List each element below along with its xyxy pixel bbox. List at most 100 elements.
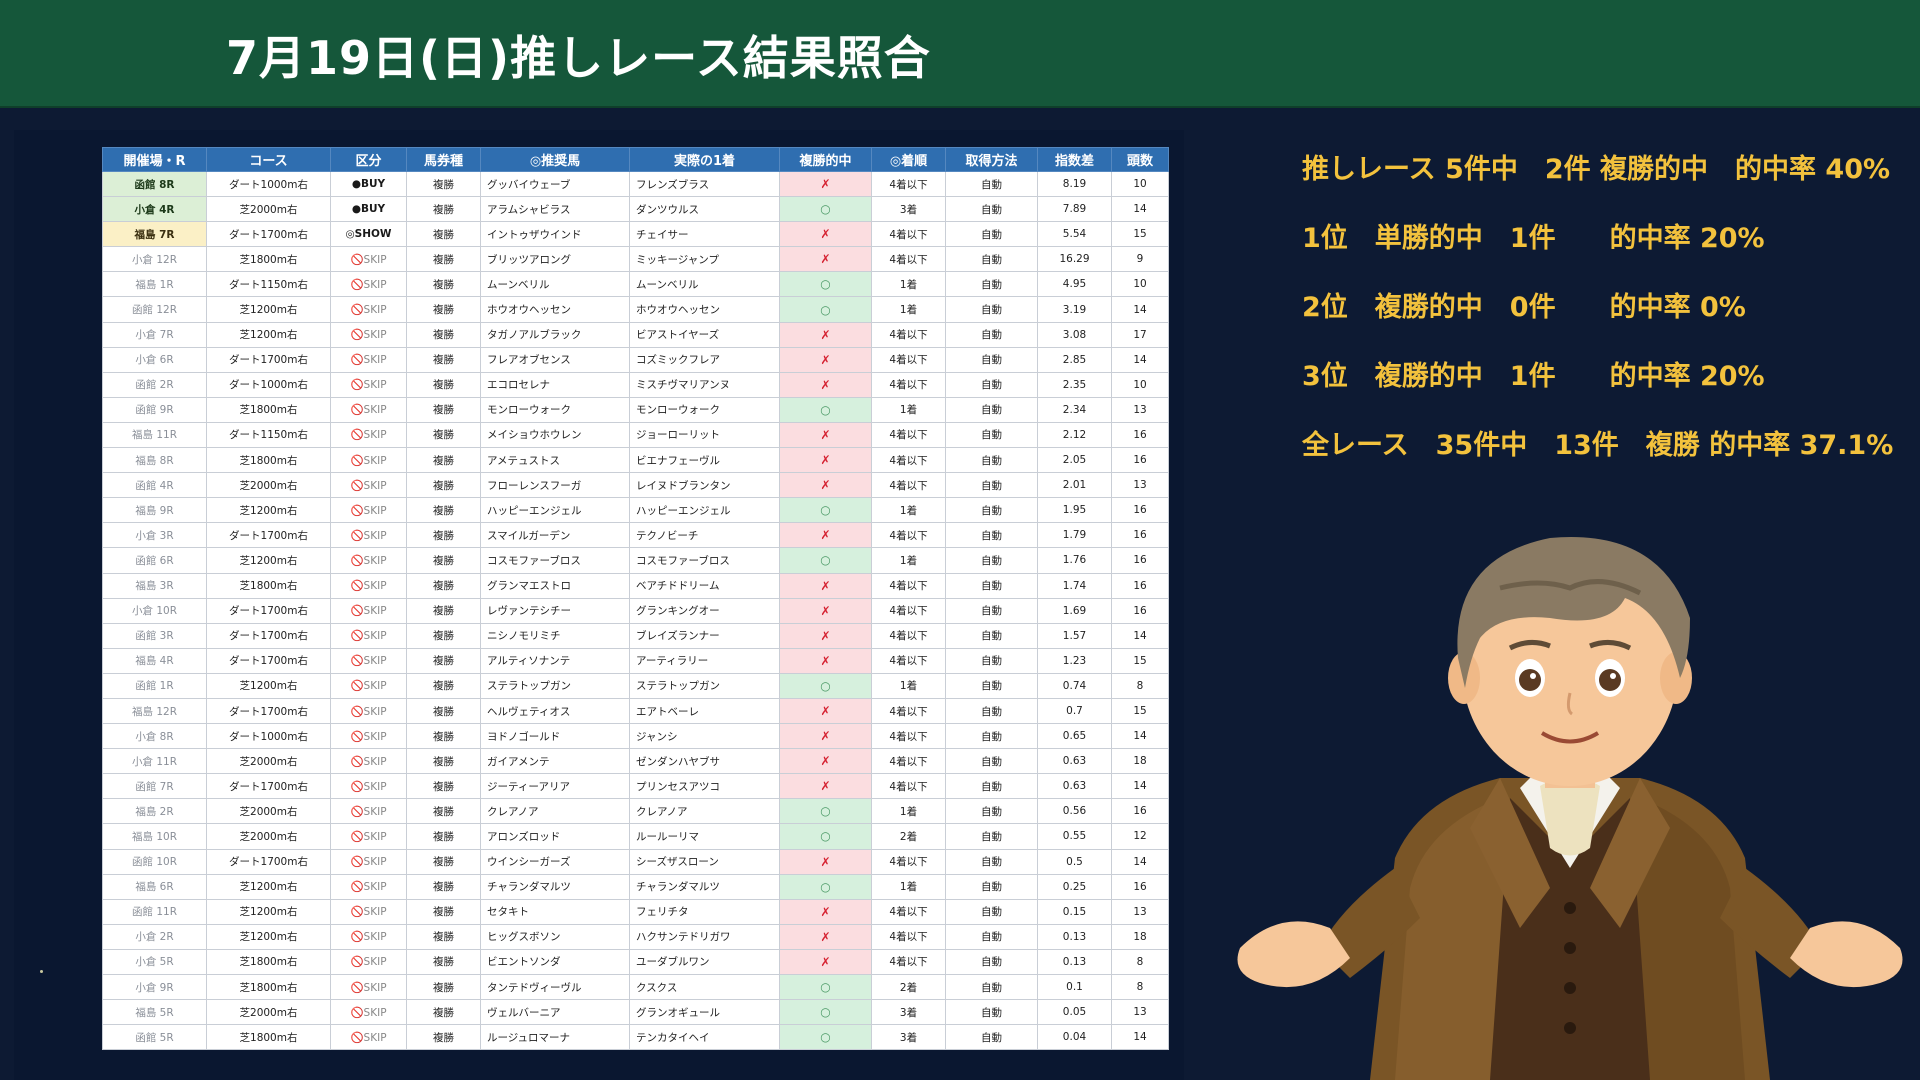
column-header-method[interactable]: 取得方法 <box>945 147 1038 172</box>
table-row[interactable]: 函館 1R 芝1200m右 🚫SKIP 複勝 ステラトップガン ステラトップガン ○ 1着 自動… <box>102 672 1169 699</box>
table-row[interactable]: 函館 9R 芝1800m右 🚫SKIP 複勝 モンローウォーク モンローウォーク ○ 1着 自動… <box>102 396 1169 423</box>
hit-cell: ✗ <box>779 622 872 649</box>
rank-cell: 1着 <box>871 547 946 574</box>
venue-cell: 福島 7R <box>102 221 207 248</box>
column-header-count[interactable]: 頭数 <box>1111 147 1169 172</box>
method-cell: 自動 <box>945 472 1038 499</box>
table-row[interactable]: 福島 11R ダート1150m右 🚫SKIP 複勝 メイショウホウレン ジョーローリット ✗… <box>102 421 1169 449</box>
method-cell: 自動 <box>945 873 1038 900</box>
table-row[interactable]: 小倉 8R ダート1000m右 🚫SKIP 複勝 ヨドノゴールド ジャンシ ✗ 4着以下 自動 0… <box>102 723 1169 750</box>
table-row[interactable]: 福島 6R 芝1200m右 🚫SKIP 複勝 チャランダマルツ チャランダマルツ ○ 1着 自動… <box>102 873 1169 900</box>
table-row[interactable]: 函館 5R 芝1800m右 🚫SKIP 複勝 ルージュロマーナ テンカタイヘイ ○ 3着 自動 0… <box>102 1024 1169 1051</box>
table-row[interactable]: 函館 12R 芝1200m右 🚫SKIP 複勝 ホウオウヘッセン ホウオウヘッセン ○ 1着自… <box>102 296 1169 323</box>
method-cell: 自動 <box>945 848 1038 875</box>
venue-cell: 福島 8R <box>102 447 207 474</box>
method-cell: 自動 <box>945 421 1038 449</box>
table-row[interactable]: 小倉 5R 芝1800m右 🚫SKIP 複勝 ビエントソンダ ユーダブルワン ✗ 4着以下 自動… <box>102 948 1169 976</box>
table-row[interactable]: 福島 1R ダート1150m右 🚫SKIP 複勝 ムーンベリル ムーンベリル ○ 1着 自動 4.… <box>102 271 1169 298</box>
hit-cell: ○ <box>779 973 872 1001</box>
table-row[interactable]: 函館 10R ダート1700m右 🚫SKIP 複勝 ウインシーガーズ シーズザスローン ✗ 4… <box>102 848 1169 875</box>
bet-type-cell: 複勝 <box>406 221 481 248</box>
bet-type-cell: 複勝 <box>406 346 481 373</box>
method-cell: 自動 <box>945 948 1038 976</box>
winner-cell: シーズザスローン <box>629 848 780 875</box>
course-cell: ダート1700m右 <box>206 773 331 800</box>
category-cell: 🚫SKIP <box>330 672 407 699</box>
pick-cell: ムーンベリル <box>480 271 630 298</box>
table-row[interactable]: 福島 5R 芝2000m右 🚫SKIP 複勝 ヴェルバーニア グランオギュール ○ 3着 自動 0… <box>102 999 1169 1026</box>
category-cell: 🚫SKIP <box>330 999 407 1026</box>
diff-cell: 16.29 <box>1037 246 1112 273</box>
table-row[interactable]: 小倉 9R 芝1800m右 🚫SKIP 複勝 タンテドヴィーヴル クスクス ○ 2着 自動 0.1… <box>102 973 1169 1001</box>
table-row[interactable]: 小倉 10R ダート1700m右 🚫SKIP 複勝 レヴァンテシチー グランキングオー ✗ 4… <box>102 597 1169 624</box>
method-cell: 自動 <box>945 321 1038 348</box>
winner-cell: ダンツウルス <box>629 196 780 223</box>
column-header-course[interactable]: コース <box>206 147 331 172</box>
diff-cell: 1.74 <box>1037 572 1112 599</box>
course-cell: ダート1700m右 <box>206 522 331 549</box>
count-cell: 16 <box>1111 522 1169 549</box>
rank-cell: 2着 <box>871 823 946 850</box>
table-row[interactable]: 函館 6R 芝1200m右 🚫SKIP 複勝 コスモファーブロス コスモファーブロス ○ 1着… <box>102 547 1169 574</box>
course-cell: 芝1200m右 <box>206 497 331 524</box>
method-cell: 自動 <box>945 898 1038 925</box>
course-cell: ダート1700m右 <box>206 848 331 875</box>
table-row[interactable]: 福島 2R 芝2000m右 🚫SKIP 複勝 クレアノア クレアノア ○ 1着 自動 0.56 16 <box>102 798 1169 825</box>
hit-cell: ○ <box>779 271 872 298</box>
hit-cell: ✗ <box>779 447 872 474</box>
count-cell: 18 <box>1111 923 1169 950</box>
method-cell: 自動 <box>945 697 1038 725</box>
column-header-hit[interactable]: 複勝的中 <box>779 147 872 172</box>
course-cell: ダート1000m右 <box>206 170 331 198</box>
table-row[interactable]: 福島 10R 芝2000m右 🚫SKIP 複勝 アロンズロッド ルールーリマ ○ 2着 自動 0.… <box>102 823 1169 850</box>
table-row[interactable]: 函館 3R ダート1700m右 🚫SKIP 複勝 ニシノモリミチ ブレイズランナー ✗ 4着以… <box>102 622 1169 649</box>
table-row[interactable]: 小倉 7R 芝1200m右 🚫SKIP 複勝 タガノアルブラック ビアストイヤーズ ✗ 4着以… <box>102 321 1169 348</box>
table-row[interactable]: 函館 8R ダート1000m右 ●BUY 複勝 グッバイウェーブ フレンズブラス ✗ 4着以下… <box>102 170 1169 198</box>
table-row[interactable]: 小倉 4R 芝2000m右 ●BUY 複勝 アラムシャビラス ダンツウルス ○ 3着 自動 7.8… <box>102 196 1169 223</box>
winner-cell: クレアノア <box>629 798 780 825</box>
table-row[interactable]: 函館 11R 芝1200m右 🚫SKIP 複勝 セタキト フェリチタ ✗ 4着以下 自動 0.15… <box>102 898 1169 925</box>
method-cell: 自動 <box>945 196 1038 223</box>
table-row[interactable]: 小倉 3R ダート1700m右 🚫SKIP 複勝 スマイルガーデン テクノビーチ ✗ 4着以下… <box>102 522 1169 549</box>
category-cell: 🚫SKIP <box>330 973 407 1001</box>
table-row[interactable]: 福島 12R ダート1700m右 🚫SKIP 複勝 ヘルヴェティオス エアトベーレ ✗ 4着以… <box>102 697 1169 725</box>
column-header-pick[interactable]: ◎推奨馬 <box>480 147 630 172</box>
table-row[interactable]: 函館 4R 芝2000m右 🚫SKIP 複勝 フローレンスフーガ レイヌドブランタン ✗ 4着… <box>102 472 1169 499</box>
method-cell: 自動 <box>945 271 1038 298</box>
venue-cell: 函館 10R <box>102 848 207 875</box>
column-header-diff[interactable]: 指数差 <box>1037 147 1112 172</box>
venue-cell: 函館 1R <box>102 672 207 699</box>
table-row[interactable]: 福島 4R ダート1700m右 🚫SKIP 複勝 アルティソナンテ アーティラリー ✗ 4着以… <box>102 647 1169 674</box>
diff-cell: 2.34 <box>1037 396 1112 423</box>
pick-cell: イントゥザウインド <box>480 221 630 248</box>
column-header-venue[interactable]: 開催場・R <box>102 147 207 172</box>
mascot-illustration <box>1237 537 1903 1080</box>
hit-cell: ○ <box>779 196 872 223</box>
category-cell: 🚫SKIP <box>330 572 407 599</box>
count-cell: 14 <box>1111 196 1169 223</box>
column-header-category[interactable]: 区分 <box>330 147 407 172</box>
course-cell: 芝1800m右 <box>206 246 331 273</box>
table-row[interactable]: 函館 7R ダート1700m右 🚫SKIP 複勝 ジーティーアリア プリンセスアツコ ✗ 4着… <box>102 773 1169 800</box>
category-cell: 🚫SKIP <box>330 948 407 976</box>
pick-cell: タンテドヴィーヴル <box>480 973 630 1001</box>
venue-cell: 福島 6R <box>102 873 207 900</box>
column-header-bet-type[interactable]: 馬券種 <box>406 147 481 172</box>
column-header-rank[interactable]: ◎着順 <box>871 147 946 172</box>
page-title: 7月19日(日)推しレース結果照合 <box>226 31 931 85</box>
table-row[interactable]: 小倉 2R 芝1200m右 🚫SKIP 複勝 ヒッグスボソン ハクサンテドリガワ ✗ 4着以下… <box>102 923 1169 950</box>
table-row[interactable]: 福島 3R 芝1800m右 🚫SKIP 複勝 グランマエストロ ベアチドドリーム ✗ 4着以下… <box>102 572 1169 599</box>
column-header-winner[interactable]: 実際の1着 <box>629 147 780 172</box>
table-row[interactable]: 福島 9R 芝1200m右 🚫SKIP 複勝 ハッピーエンジェル ハッピーエンジェル ○ 1着… <box>102 497 1169 524</box>
table-row[interactable]: 函館 2R ダート1000m右 🚫SKIP 複勝 エコロセレナ ミスチヴマリアンヌ ✗ 4着以… <box>102 371 1169 398</box>
table-row[interactable]: 小倉 6R ダート1700m右 🚫SKIP 複勝 フレアオブセンス コズミックフレア ✗ 4着… <box>102 346 1169 373</box>
diff-cell: 0.55 <box>1037 823 1112 850</box>
venue-cell: 函館 9R <box>102 396 207 423</box>
table-row[interactable]: 福島 8R 芝1800m右 🚫SKIP 複勝 アメテュストス ビエナフェーヴル ✗ 4着以下自… <box>102 447 1169 474</box>
table-row[interactable]: 小倉 12R 芝1800m右 🚫SKIP 複勝 ブリッツアロング ミッキージャンプ ✗ 4着以… <box>102 246 1169 273</box>
table-row[interactable]: 小倉 11R 芝2000m右 🚫SKIP 複勝 ガイアメンテ ゼンダンハヤブサ ✗ 4着以下自… <box>102 748 1169 775</box>
diff-cell: 0.65 <box>1037 723 1112 750</box>
table-row[interactable]: 福島 7R ダート1700m右 ◎SHOW 複勝 イントゥザウインド チェイサー ✗ 4着以下… <box>102 221 1169 248</box>
category-cell: 🚫SKIP <box>330 522 407 549</box>
bet-type-cell: 複勝 <box>406 973 481 1001</box>
